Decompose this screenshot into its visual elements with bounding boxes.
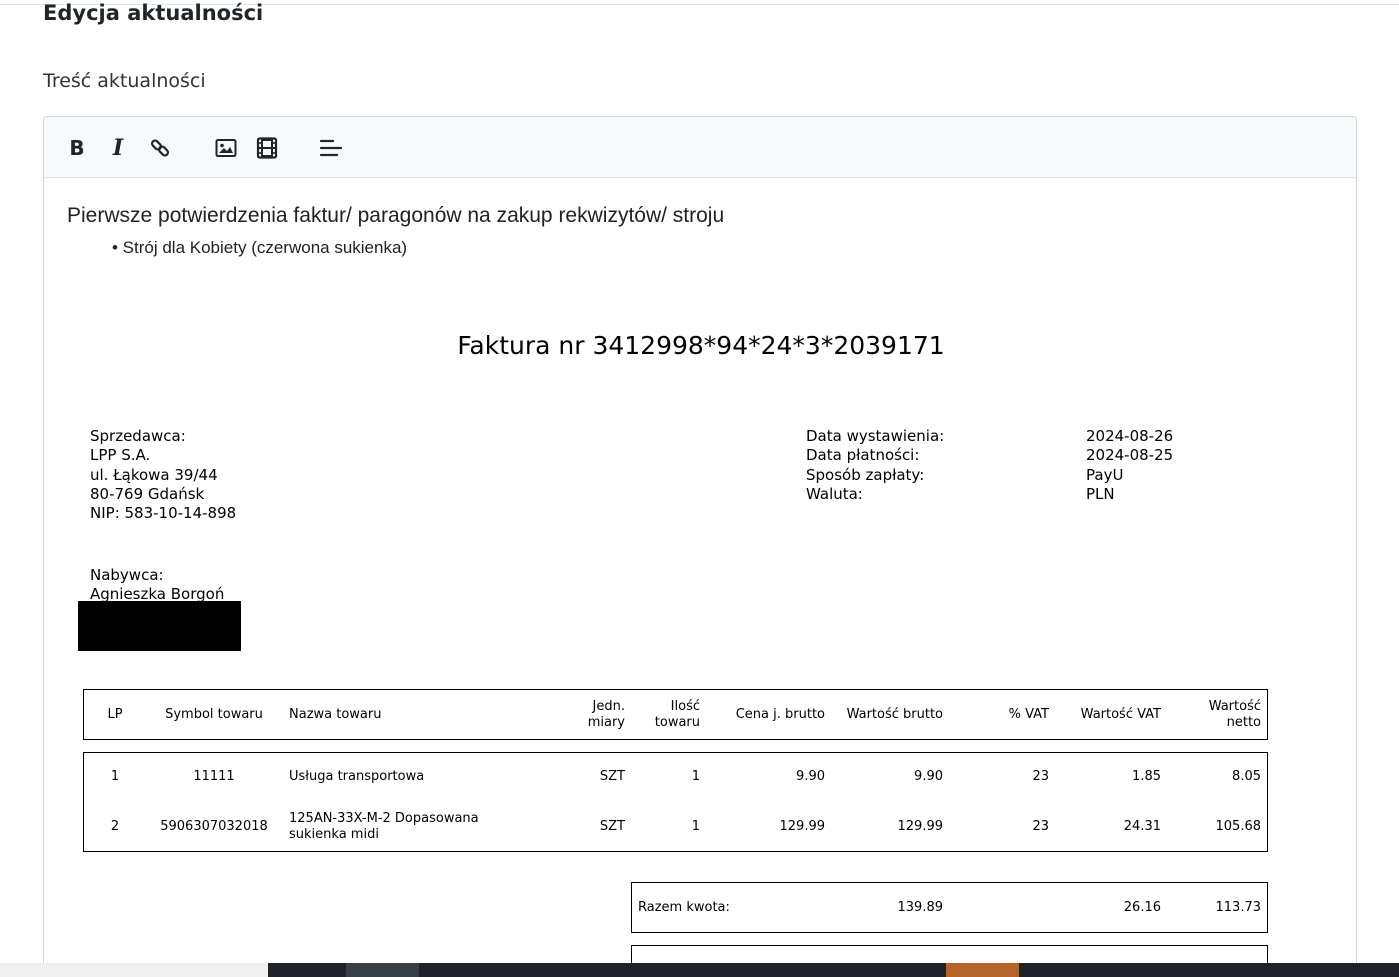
- totals-gross: 139.89: [897, 900, 944, 915]
- row-name-line1: 125AN-33X-M-2 Dopasowana: [289, 811, 479, 826]
- row-vat-pct: 23: [1032, 819, 1049, 834]
- issue-date-value: 2024-08-26: [1086, 427, 1174, 445]
- invoice-meta-labels: Data wystawienia: Data płatności: Sposób…: [806, 427, 944, 504]
- payment-date-value: 2024-08-25: [1086, 446, 1174, 465]
- invoice-title: Faktura nr 3412998*94*24*3*2039171: [457, 331, 945, 360]
- editor-content[interactable]: Pierwsze potwierdzenia faktur/ paragonów…: [44, 179, 1356, 977]
- row-vat-pct: 23: [1032, 769, 1049, 784]
- row-net: 8.05: [1232, 769, 1261, 784]
- seller-block: Sprzedawca: LPP S.A. ul. Łąkowa 39/44 80…: [90, 427, 236, 523]
- bold-button[interactable]: B: [64, 135, 90, 161]
- row-unit: SZT: [599, 819, 625, 834]
- row-qty: 1: [691, 769, 700, 784]
- row-unit: SZT: [599, 769, 625, 784]
- col-vat-pct: % VAT: [1008, 707, 1049, 722]
- row-net: 105.68: [1215, 819, 1262, 834]
- film-icon: [256, 137, 278, 159]
- row-name: Usługa transportowa: [289, 769, 425, 784]
- payment-method-value: PayU: [1086, 465, 1124, 484]
- col-gross: Wartość brutto: [846, 707, 943, 722]
- rich-text-editor[interactable]: B I Pierwsze potwierdzenia faktur/ parag…: [43, 116, 1357, 977]
- row-lp: 2: [110, 819, 120, 834]
- col-net-line2: netto: [1226, 715, 1261, 730]
- row-lp: 1: [110, 769, 120, 784]
- row-gross: 129.99: [897, 819, 944, 834]
- invoice-meta-values: 2024-08-26 2024-08-25 PayU PLN: [1086, 427, 1173, 504]
- col-net-line1: Wartość: [1208, 699, 1261, 714]
- editor-toolbar: B I: [44, 117, 1356, 178]
- col-unit-line1: Jedn.: [592, 699, 625, 714]
- col-qty-line1: Ilość: [670, 699, 700, 714]
- buyer-block: Nabywca: Agnieszka Borgoń: [90, 566, 224, 605]
- taskbar-item[interactable]: [346, 963, 419, 977]
- col-lp: LP: [107, 707, 123, 722]
- row-qty: 1: [691, 819, 700, 834]
- taskbar-dark-area: [268, 963, 1399, 977]
- row-symbol: 5906307032018: [160, 819, 268, 834]
- currency-value: PLN: [1086, 484, 1115, 503]
- video-button[interactable]: [254, 135, 280, 161]
- align-button[interactable]: [318, 135, 344, 161]
- image-icon: [215, 139, 237, 157]
- payment-date-label: Data płatności:: [806, 446, 920, 465]
- seller-nip: NIP: 583-10-14-898: [90, 504, 237, 523]
- redaction-box: [78, 601, 241, 651]
- invoice-image: Faktura nr 3412998*94*24*3*2039171 Sprze…: [44, 179, 1356, 977]
- col-qty-line2: towaru: [654, 715, 700, 730]
- taskbar-item-active[interactable]: [946, 963, 1019, 977]
- link-button[interactable]: [147, 135, 173, 161]
- link-icon: [150, 139, 170, 157]
- items-table-header: LP Symbol towaru Nazwa towaru Jedn. miar…: [83, 689, 1268, 740]
- col-net: Wartość netto: [1209, 699, 1261, 731]
- col-symbol: Symbol towaru: [165, 707, 263, 722]
- row-vat-value: 1.85: [1132, 769, 1161, 784]
- payment-method-label: Sposób zapłaty:: [806, 465, 925, 484]
- buyer-label: Nabywca:: [90, 566, 164, 584]
- issue-date-label: Data wystawienia:: [806, 427, 945, 445]
- align-left-icon: [319, 139, 343, 157]
- row-name: 125AN-33X-M-2 Dopasowana sukienka midi: [289, 811, 479, 843]
- italic-button[interactable]: I: [105, 135, 131, 161]
- col-vat-value: Wartość VAT: [1080, 707, 1161, 722]
- totals-vat: 26.16: [1123, 900, 1161, 915]
- col-unit: Jedn. miary: [588, 699, 625, 731]
- page-title: Edycja aktualności: [43, 1, 264, 25]
- col-unit-price: Cena j. brutto: [735, 707, 825, 722]
- col-unit-line2: miary: [587, 715, 625, 730]
- seller-street: ul. Łąkowa 39/44: [90, 465, 218, 484]
- col-name: Nazwa towaru: [289, 707, 382, 722]
- row-vat-value: 24.31: [1123, 819, 1161, 834]
- row-name-line2: sukienka midi: [289, 827, 379, 842]
- content-label: Treść aktualności: [43, 70, 206, 92]
- seller-name: LPP S.A.: [90, 446, 151, 465]
- seller-label: Sprzedawca:: [90, 427, 186, 445]
- row-gross: 9.90: [914, 769, 943, 784]
- row-unit-price: 9.90: [796, 769, 825, 784]
- currency-label: Waluta:: [806, 484, 863, 503]
- col-qty: Ilość towaru: [655, 699, 700, 731]
- items-table: 1 11111 Usługa transportowa SZT 1 9.90 9…: [83, 752, 1268, 852]
- row-unit-price: 129.99: [779, 819, 826, 834]
- totals-net: 113.73: [1215, 900, 1262, 915]
- bold-icon: B: [69, 136, 85, 160]
- italic-icon: I: [112, 135, 124, 161]
- image-button[interactable]: [213, 135, 239, 161]
- totals-box: Razem kwota: 139.89 26.16 113.73: [631, 882, 1268, 933]
- totals-label: Razem kwota:: [638, 900, 730, 915]
- row-symbol: 11111: [193, 769, 235, 784]
- seller-city: 80-769 Gdańsk: [90, 484, 205, 503]
